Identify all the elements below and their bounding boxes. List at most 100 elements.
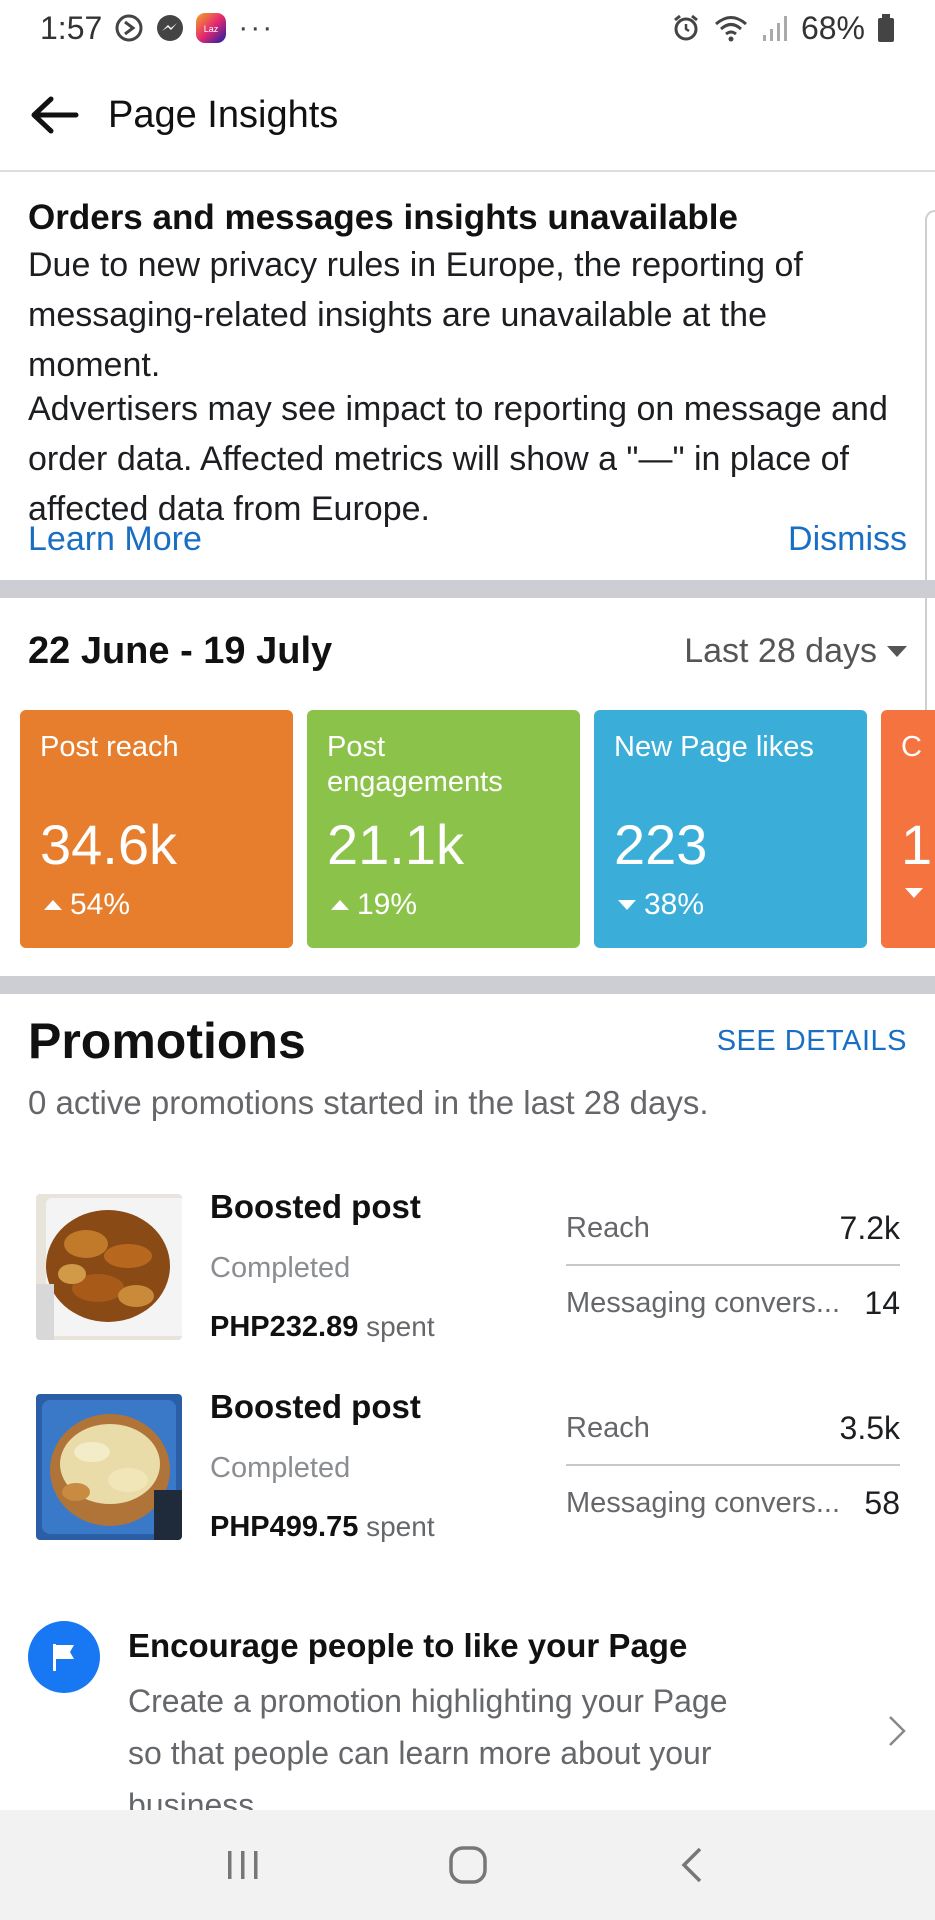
privacy-notice: Orders and messages insights unavailable… <box>0 172 935 580</box>
status-bar-right: 68% <box>671 10 895 47</box>
metric-change-value: 19% <box>357 888 418 921</box>
encourage-likes-row[interactable]: Encourage people to like your Page Creat… <box>28 1615 908 1810</box>
status-time: 1:57 <box>40 9 103 46</box>
scroll-indicator <box>925 210 935 775</box>
promotion-title: Boosted post <box>210 1388 421 1425</box>
promotion-status: Completed <box>210 1452 351 1484</box>
post-thumbnail <box>36 1194 182 1340</box>
dismiss-button[interactable]: Dismiss <box>788 520 907 559</box>
signal-icon <box>761 13 789 43</box>
learn-more-link[interactable]: Learn More <box>28 520 202 559</box>
promotion-spent: PHP232.89 spent <box>210 1311 510 1344</box>
promotions-title: Promotions <box>28 1013 306 1069</box>
notice-title: Orders and messages insights unavailable <box>28 198 738 237</box>
metric-change: 38% <box>618 888 704 922</box>
metric-change <box>905 888 923 898</box>
back-chevron-icon <box>681 1847 701 1883</box>
metric-label: New Page likes <box>614 731 814 763</box>
metric-change-value: 54% <box>70 888 131 921</box>
promotion-info: Boosted post Completed PHP499.75 spent <box>210 1388 510 1544</box>
alarm-icon <box>671 13 701 43</box>
metric-value: 1 <box>901 813 933 876</box>
promotions-header: Promotions SEE DETAILS <box>28 1012 907 1070</box>
metric-label: C <box>901 731 922 763</box>
promotion-amount: PHP499.75 <box>210 1511 359 1543</box>
notice-actions: Learn More Dismiss <box>28 520 907 559</box>
promotion-item[interactable]: Boosted post Completed PHP232.89 spent R… <box>36 1188 906 1343</box>
metric-value: 34.6k <box>40 813 177 876</box>
date-range-row: 22 June - 19 July Last 28 days <box>28 630 907 673</box>
back-button[interactable] <box>26 87 82 143</box>
see-details-link[interactable]: SEE DETAILS <box>717 1025 907 1058</box>
metric-card-post-engagements[interactable]: Post engagements 21.1k 19% <box>307 710 580 948</box>
stat-value: 7.2k <box>839 1209 900 1246</box>
trend-down-icon <box>905 888 923 898</box>
stat-value: 58 <box>864 1484 900 1521</box>
metric-card-new-page-likes[interactable]: New Page likes 223 38% <box>594 710 867 948</box>
app-header: Page Insights <box>0 60 935 172</box>
notice-paragraph-2: Advertisers may see impact to reporting … <box>28 390 888 528</box>
date-range-text: 22 June - 19 July <box>28 630 333 672</box>
metric-cards-carousel[interactable]: Post reach 34.6k 54% Post engagements 21… <box>20 710 935 948</box>
stat-value: 3.5k <box>839 1409 900 1446</box>
page-title: Page Insights <box>108 93 339 136</box>
metric-value: 223 <box>614 813 708 876</box>
status-bar: 1:57 Laz ··· 68% <box>0 0 935 56</box>
recent-apps-button[interactable] <box>203 1825 283 1905</box>
trend-up-icon <box>331 900 349 910</box>
promotion-amount: PHP232.89 <box>210 1311 359 1343</box>
section-divider <box>0 580 935 598</box>
metric-card-post-reach[interactable]: Post reach 34.6k 54% <box>20 710 293 948</box>
stat-value: 14 <box>864 1284 900 1321</box>
chevron-right-icon <box>886 1713 908 1754</box>
lazada-app-icon: Laz <box>196 13 227 43</box>
date-range-selected: Last 28 days <box>684 632 877 670</box>
metric-label: Post reach <box>40 731 179 763</box>
promotion-stats: Reach 7.2k Messaging convers... 14 <box>566 1192 900 1340</box>
metric-value: 21.1k <box>327 813 464 876</box>
stat-label: Reach <box>566 1211 650 1244</box>
metric-change: 54% <box>44 888 130 922</box>
encourage-title: Encourage people to like your Page <box>128 1627 688 1664</box>
home-icon <box>448 1846 487 1884</box>
more-notifications-indicator: ··· <box>238 11 275 44</box>
promotion-stats: Reach 3.5k Messaging convers... 58 <box>566 1392 900 1540</box>
promotion-title: Boosted post <box>210 1188 421 1225</box>
battery-percent: 68% <box>800 9 865 46</box>
stat-messaging-conversations: Messaging convers... 14 <box>566 1266 900 1340</box>
metric-change: 19% <box>331 888 417 922</box>
stat-label: Messaging convers... <box>566 1486 841 1519</box>
battery-icon <box>877 13 895 43</box>
stat-reach: Reach 7.2k <box>566 1192 900 1266</box>
metric-change-value: 38% <box>644 888 705 921</box>
promotion-item[interactable]: Boosted post Completed PHP499.75 spent R… <box>36 1388 906 1543</box>
back-arrow-icon <box>31 96 79 134</box>
encourage-body: Create a promotion highlighting your Pag… <box>128 1683 728 1810</box>
flag-icon <box>28 1621 100 1693</box>
promotion-spent-suffix: spent <box>366 1511 435 1542</box>
home-button[interactable] <box>428 1825 508 1905</box>
data-saver-icon <box>114 13 144 43</box>
promotions-subtitle: 0 active promotions started in the last … <box>28 1084 709 1121</box>
stat-label: Reach <box>566 1411 650 1444</box>
recent-apps-icon <box>227 1851 257 1879</box>
section-divider <box>0 976 935 994</box>
date-range-dropdown[interactable]: Last 28 days <box>684 632 907 671</box>
notice-paragraph-1: Due to new privacy rules in Europe, the … <box>28 246 803 384</box>
stat-messaging-conversations: Messaging convers... 58 <box>566 1466 900 1540</box>
trend-up-icon <box>44 900 62 910</box>
metric-card-partial[interactable]: C 1 <box>881 710 935 948</box>
caret-down-icon <box>887 646 907 657</box>
lazada-label: Laz <box>204 24 219 34</box>
trend-down-icon <box>618 900 636 910</box>
status-bar-left: 1:57 Laz ··· <box>40 10 274 47</box>
messenger-icon <box>156 14 184 42</box>
back-nav-button[interactable] <box>653 1825 733 1905</box>
stat-label: Messaging convers... <box>566 1286 841 1319</box>
metric-label: Post engagements <box>327 731 503 798</box>
promotion-spent: PHP499.75 spent <box>210 1511 510 1544</box>
promotion-status: Completed <box>210 1252 351 1284</box>
stat-reach: Reach 3.5k <box>566 1392 900 1466</box>
promotion-info: Boosted post Completed PHP232.89 spent <box>210 1188 510 1344</box>
wifi-icon <box>713 13 749 43</box>
